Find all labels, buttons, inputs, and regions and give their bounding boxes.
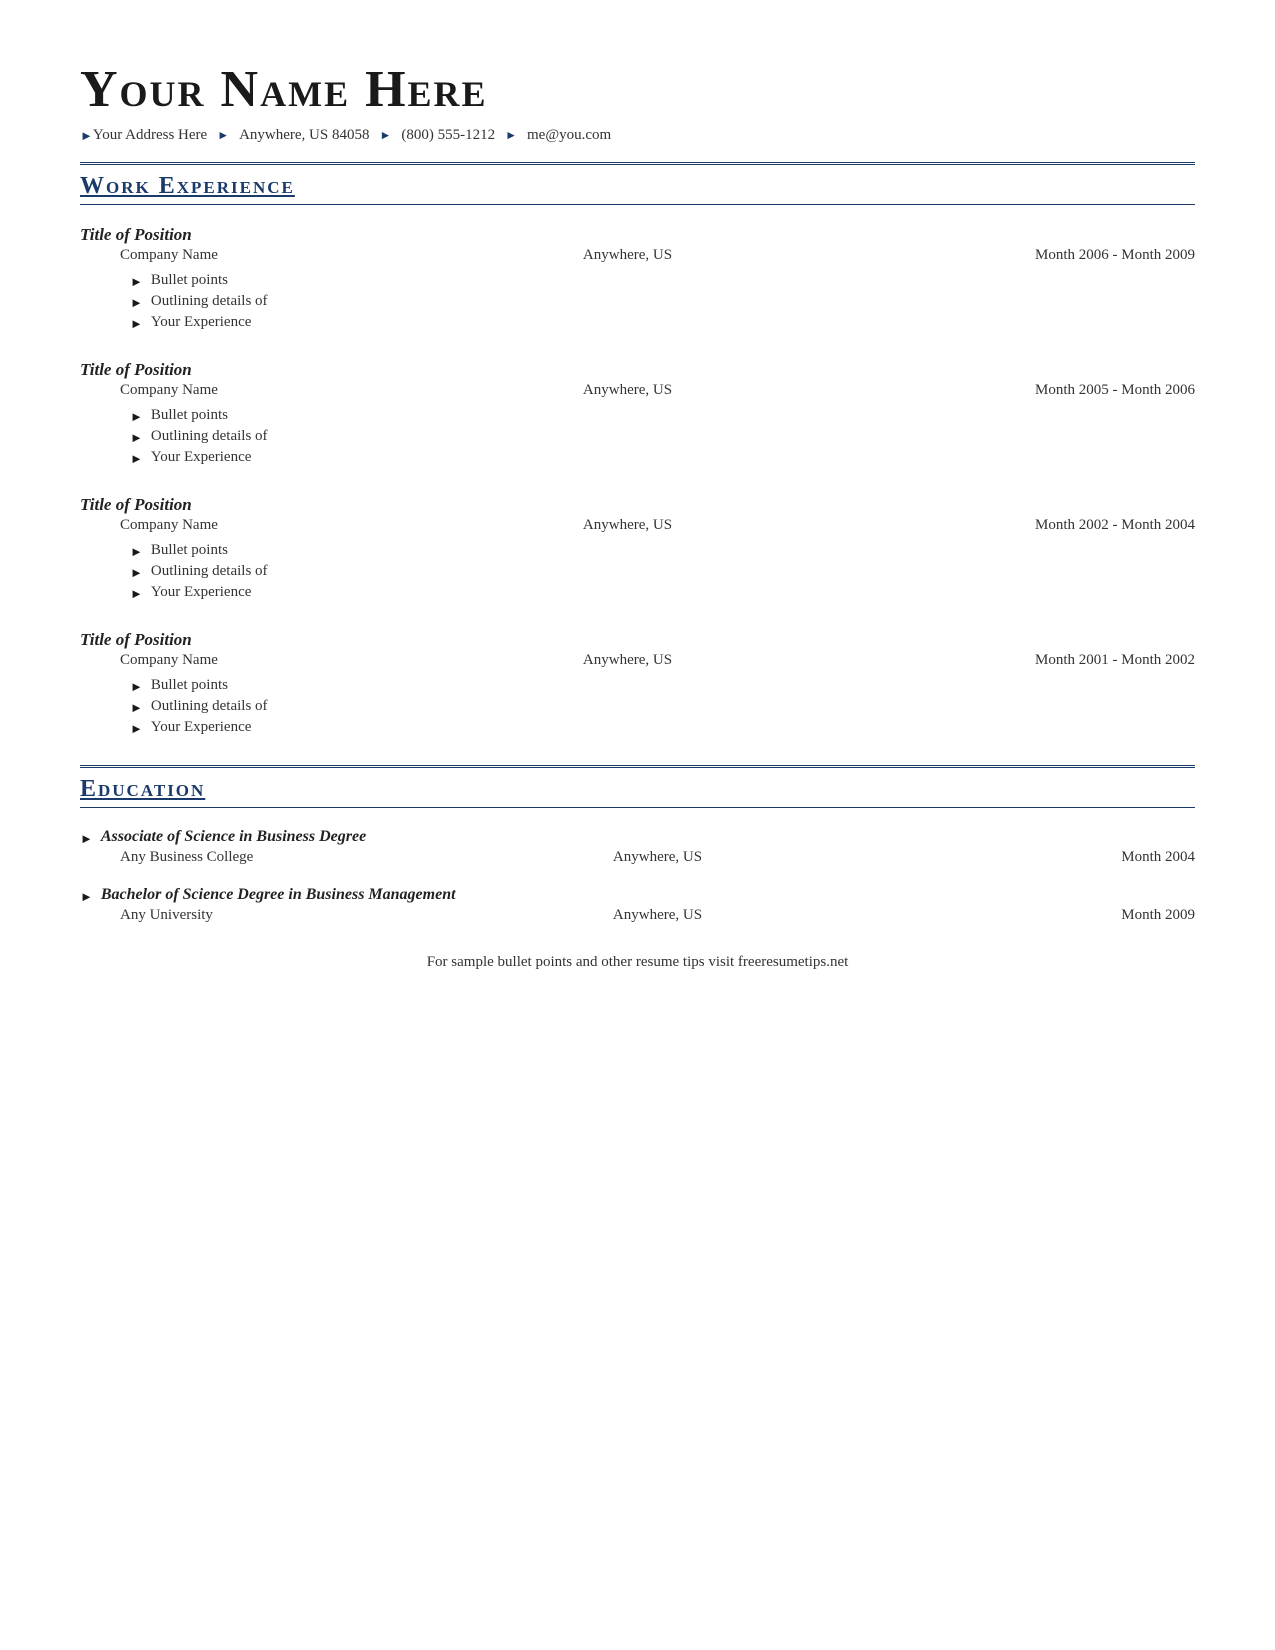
company-4: Company Name — [120, 652, 320, 669]
contact-phone: (800) 555-1212 — [401, 127, 495, 144]
work-experience-section: Work Experience Title of Position Compan… — [80, 162, 1195, 737]
edu-header-bar: Education — [80, 768, 1195, 808]
job-details-row-4: Company Name Anywhere, US Month 2001 - M… — [80, 652, 1195, 669]
bullet-1-1: ►Bullet points — [130, 272, 1195, 290]
bullet-4-2: ►Outlining details of — [130, 698, 1195, 716]
edu-location-1: Anywhere, US — [320, 849, 995, 866]
edu-top-row-1: ► Associate of Science in Business Degre… — [80, 828, 1195, 847]
dates-4: Month 2001 - Month 2002 — [935, 652, 1195, 669]
arrow-icon: ► — [130, 295, 143, 311]
arrow-icon: ► — [130, 274, 143, 290]
contact-email: me@you.com — [527, 127, 611, 144]
arrow-icon: ► — [130, 544, 143, 560]
edu-school-1: Any Business College — [120, 849, 320, 866]
job-title-3: Title of Position — [80, 495, 1195, 515]
arrow-icon: ► — [130, 316, 143, 332]
job-entry-3: Title of Position Company Name Anywhere,… — [80, 495, 1195, 602]
edu-degree-2: Bachelor of Science Degree in Business M… — [101, 886, 456, 904]
arrow-icon: ► — [130, 565, 143, 581]
dates-1: Month 2006 - Month 2009 — [935, 247, 1195, 264]
job-details-row-1: Company Name Anywhere, US Month 2006 - M… — [80, 247, 1195, 264]
edu-location-2: Anywhere, US — [320, 907, 995, 924]
bullet-3-3: ►Your Experience — [130, 584, 1195, 602]
job-details-row-2: Company Name Anywhere, US Month 2005 - M… — [80, 382, 1195, 399]
edu-details-row-2: Any University Anywhere, US Month 2009 — [80, 907, 1195, 924]
bullet-2-3: ►Your Experience — [130, 449, 1195, 467]
location-2: Anywhere, US — [320, 382, 935, 399]
arrow-icon: ► — [130, 721, 143, 737]
job-title-4: Title of Position — [80, 630, 1195, 650]
edu-entry-1: ► Associate of Science in Business Degre… — [80, 828, 1195, 866]
edu-details-row-1: Any Business College Anywhere, US Month … — [80, 849, 1195, 866]
job-title-1: Title of Position — [80, 225, 1195, 245]
company-3: Company Name — [120, 517, 320, 534]
arrow-icon: ► — [130, 409, 143, 425]
footer-note: For sample bullet points and other resum… — [80, 954, 1195, 971]
contact-sep-2: ► — [379, 128, 391, 143]
bullet-2-1: ►Bullet points — [130, 407, 1195, 425]
work-section-title: Work Experience — [80, 173, 295, 199]
bullet-4-3: ►Your Experience — [130, 719, 1195, 737]
bullet-1-3: ►Your Experience — [130, 314, 1195, 332]
company-2: Company Name — [120, 382, 320, 399]
edu-section-title: Education — [80, 776, 205, 802]
contact-address: Your Address Here — [93, 127, 207, 144]
edu-arrow-1: ► — [80, 831, 93, 847]
bullet-4-1: ►Bullet points — [130, 677, 1195, 695]
job-details-row-3: Company Name Anywhere, US Month 2002 - M… — [80, 517, 1195, 534]
edu-date-2: Month 2009 — [995, 907, 1195, 924]
candidate-name: Your Name Here — [80, 60, 1195, 119]
bullet-1-2: ►Outlining details of — [130, 293, 1195, 311]
location-3: Anywhere, US — [320, 517, 935, 534]
education-section: Education ► Associate of Science in Busi… — [80, 765, 1195, 924]
edu-school-2: Any University — [120, 907, 320, 924]
edu-top-row-2: ► Bachelor of Science Degree in Business… — [80, 886, 1195, 905]
company-1: Company Name — [120, 247, 320, 264]
bullet-list-4: ►Bullet points ►Outlining details of ►Yo… — [80, 677, 1195, 737]
job-entry-4: Title of Position Company Name Anywhere,… — [80, 630, 1195, 737]
arrow-icon: ► — [130, 586, 143, 602]
job-title-2: Title of Position — [80, 360, 1195, 380]
bullet-list-3: ►Bullet points ►Outlining details of ►Yo… — [80, 542, 1195, 602]
edu-entry-2: ► Bachelor of Science Degree in Business… — [80, 886, 1195, 924]
arrow-icon: ► — [130, 700, 143, 716]
contact-row: ► Your Address Here ► Anywhere, US 84058… — [80, 127, 1195, 144]
dates-2: Month 2005 - Month 2006 — [935, 382, 1195, 399]
contact-sep-3: ► — [505, 128, 517, 143]
edu-degree-1: Associate of Science in Business Degree — [101, 828, 366, 846]
location-4: Anywhere, US — [320, 652, 935, 669]
arrow-icon: ► — [130, 430, 143, 446]
contact-city: Anywhere, US 84058 — [239, 127, 369, 144]
bullet-3-2: ►Outlining details of — [130, 563, 1195, 581]
arrow-icon: ► — [130, 451, 143, 467]
bullet-2-2: ►Outlining details of — [130, 428, 1195, 446]
bullet-3-1: ►Bullet points — [130, 542, 1195, 560]
dates-3: Month 2002 - Month 2004 — [935, 517, 1195, 534]
location-1: Anywhere, US — [320, 247, 935, 264]
resume-header: Your Name Here ► Your Address Here ► Any… — [80, 60, 1195, 144]
work-header-bar: Work Experience — [80, 165, 1195, 205]
bullet-list-2: ►Bullet points ►Outlining details of ►Yo… — [80, 407, 1195, 467]
job-entry-1: Title of Position Company Name Anywhere,… — [80, 225, 1195, 332]
arrow-icon: ► — [130, 679, 143, 695]
bullet-list-1: ►Bullet points ►Outlining details of ►Yo… — [80, 272, 1195, 332]
job-entry-2: Title of Position Company Name Anywhere,… — [80, 360, 1195, 467]
edu-arrow-2: ► — [80, 889, 93, 905]
contact-sep-1: ► — [217, 128, 229, 143]
edu-date-1: Month 2004 — [995, 849, 1195, 866]
contact-arrow-1: ► — [80, 128, 93, 144]
